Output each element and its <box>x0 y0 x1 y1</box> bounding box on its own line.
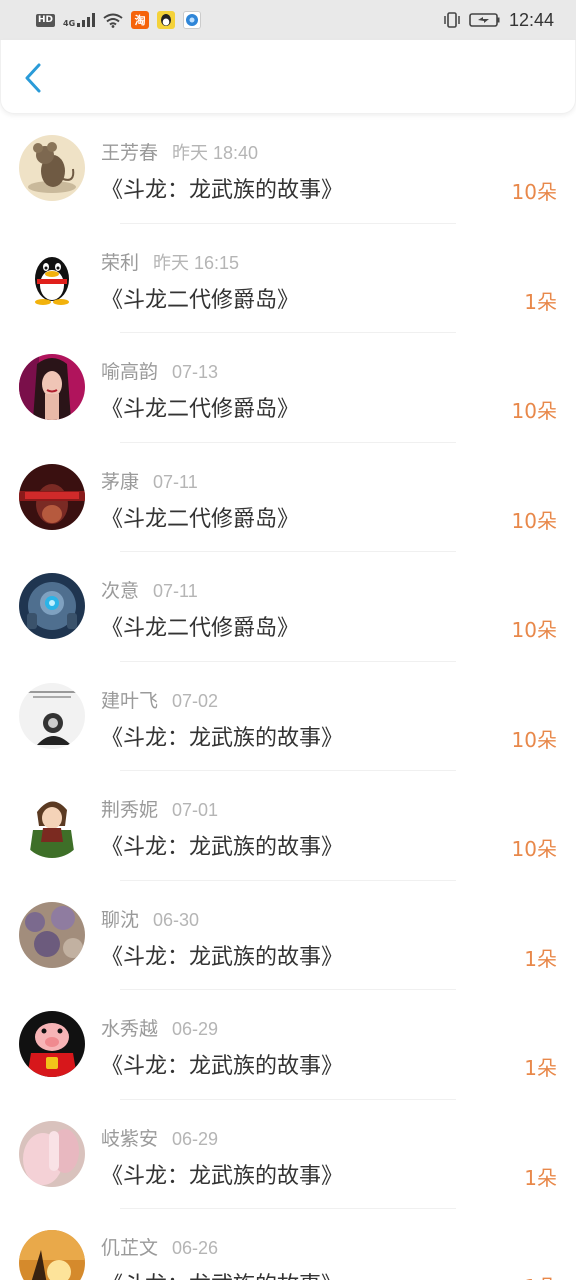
avatar[interactable] <box>19 1011 85 1077</box>
chevron-left-icon <box>25 63 41 93</box>
avatar[interactable] <box>19 682 85 749</box>
book-title: 《斗龙：龙武族的故事》 <box>101 1054 344 1079</box>
avatar[interactable] <box>19 135 85 201</box>
qq-app-icon <box>157 11 176 29</box>
avatar[interactable] <box>19 244 85 311</box>
status-bar-right: 12:44 <box>443 10 554 31</box>
user-name: 荣利 <box>101 251 140 274</box>
book-title: 《斗龙二代修爵岛》 <box>101 287 300 313</box>
avatar[interactable] <box>19 792 85 858</box>
status-bar: HD 4G 淘 12:44 <box>0 0 576 40</box>
hd-badge: HD <box>36 13 56 27</box>
timestamp: 07-01 <box>172 800 219 820</box>
user-name-line: 荣利 昨天 16:15 <box>101 248 239 275</box>
timestamp: 06-26 <box>172 1238 219 1258</box>
timestamp: 07-13 <box>172 362 219 382</box>
book-title: 《斗龙：龙武族的故事》 <box>101 944 344 970</box>
timestamp: 07-11 <box>153 471 198 492</box>
flower-gift-list: 王芳春 昨天 18:40 《斗龙：龙武族的故事》 10朵 荣利 昨天 16:15 《… <box>0 114 576 1280</box>
flower-count: 1朵 <box>524 1165 557 1190</box>
user-name: 次意 <box>101 580 140 602</box>
book-title: 《斗龙：龙武族的故事》 <box>101 1267 343 1280</box>
flower-count: 10朵 <box>511 618 557 642</box>
user-name: 建叶飞 <box>101 689 159 712</box>
timestamp: 07-02 <box>172 690 219 711</box>
user-name-line: 建叶飞 07-02 <box>101 686 218 713</box>
user-name: 仉芷文 <box>101 1237 159 1259</box>
list-item[interactable]: 荣利 昨天 16:15 《斗龙二代修爵岛》 1朵 <box>0 224 576 333</box>
user-name: 荆秀妮 <box>101 799 159 821</box>
user-name-line: 水秀越 06-29 <box>101 1014 218 1041</box>
list-item[interactable]: 荆秀妮 07-01 《斗龙：龙武族的故事》 10朵 <box>0 771 576 881</box>
avatar[interactable] <box>19 901 85 968</box>
timestamp: 07-11 <box>153 581 198 601</box>
taobao-app-icon: 淘 <box>131 11 150 29</box>
user-name: 岐紫安 <box>101 1127 159 1150</box>
book-title: 《斗龙：龙武族的故事》 <box>101 178 344 203</box>
list-item[interactable]: 水秀越 06-29 《斗龙：龙武族的故事》 1朵 <box>0 990 576 1100</box>
list-item[interactable]: 仉芷文 06-26 《斗龙：龙武族的故事》 1朵 <box>0 1209 576 1280</box>
flower-count: 10朵 <box>511 727 557 752</box>
user-name-line: 次意 07-11 <box>101 576 198 603</box>
status-bar-left: HD 4G 淘 <box>36 11 202 29</box>
timestamp: 06-30 <box>153 909 200 930</box>
user-name: 水秀越 <box>101 1018 159 1040</box>
flower-count: 1朵 <box>524 946 557 971</box>
flower-count: 10朵 <box>511 837 557 861</box>
book-title: 《斗龙：龙武族的故事》 <box>101 725 344 751</box>
browser-app-icon <box>183 11 202 29</box>
list-item[interactable]: 岐紫安 06-29 《斗龙：龙武族的故事》 1朵 <box>0 1100 576 1209</box>
clock: 12:44 <box>508 9 554 30</box>
user-name-line: 仉芷文 06-26 <box>101 1233 218 1260</box>
user-name: 王芳春 <box>101 142 159 164</box>
user-name: 喻高韵 <box>101 361 159 383</box>
book-title: 《斗龙：龙武族的故事》 <box>101 1163 344 1189</box>
user-name-line: 荆秀妮 07-01 <box>101 795 218 822</box>
flower-count: 10朵 <box>511 180 557 204</box>
timestamp: 06-29 <box>172 1019 219 1039</box>
vibrate-icon <box>444 12 460 28</box>
timestamp: 昨天 16:15 <box>153 252 240 273</box>
book-title: 《斗龙二代修爵岛》 <box>101 397 300 422</box>
list-item[interactable]: 喻高韵 07-13 《斗龙二代修爵岛》 10朵 <box>0 333 576 443</box>
signal-icon <box>77 13 96 27</box>
list-item[interactable]: 聊沈 06-30 《斗龙：龙武族的故事》 1朵 <box>0 881 576 990</box>
network-type-label: 4G <box>63 19 76 28</box>
flower-count: 10朵 <box>511 508 557 533</box>
user-name-line: 喻高韵 07-13 <box>101 357 218 384</box>
user-name-line: 岐紫安 06-29 <box>101 1124 218 1151</box>
user-name-line: 聊沈 06-30 <box>101 905 199 932</box>
flower-count: 1朵 <box>524 1271 557 1280</box>
user-name: 茅康 <box>101 470 140 493</box>
list-item[interactable]: 茅康 07-11 《斗龙二代修爵岛》 10朵 <box>0 443 576 552</box>
top-navigation-bar <box>0 40 576 114</box>
flower-count: 1朵 <box>524 1056 557 1080</box>
book-title: 《斗龙二代修爵岛》 <box>101 506 300 532</box>
user-name: 聊沈 <box>101 908 140 931</box>
flower-count: 10朵 <box>511 399 557 423</box>
wifi-icon <box>103 13 123 28</box>
avatar[interactable] <box>19 573 85 639</box>
book-title: 《斗龙：龙武族的故事》 <box>101 835 344 860</box>
avatar[interactable] <box>19 1230 85 1280</box>
back-button[interactable] <box>19 62 49 94</box>
book-title: 《斗龙二代修爵岛》 <box>101 616 300 641</box>
user-name-line: 茅康 07-11 <box>101 467 198 494</box>
user-name-line: 王芳春 昨天 18:40 <box>101 138 258 165</box>
avatar[interactable] <box>19 463 85 530</box>
list-item[interactable]: 王芳春 昨天 18:40 《斗龙：龙武族的故事》 10朵 <box>0 114 576 224</box>
avatar[interactable] <box>19 1120 85 1187</box>
list-item[interactable]: 建叶飞 07-02 《斗龙：龙武族的故事》 10朵 <box>0 662 576 771</box>
battery-icon <box>469 13 500 27</box>
timestamp: 06-29 <box>172 1128 219 1149</box>
flower-count: 1朵 <box>524 289 557 314</box>
avatar[interactable] <box>19 354 85 420</box>
list-item[interactable]: 次意 07-11 《斗龙二代修爵岛》 10朵 <box>0 552 576 662</box>
timestamp: 昨天 18:40 <box>172 143 259 163</box>
